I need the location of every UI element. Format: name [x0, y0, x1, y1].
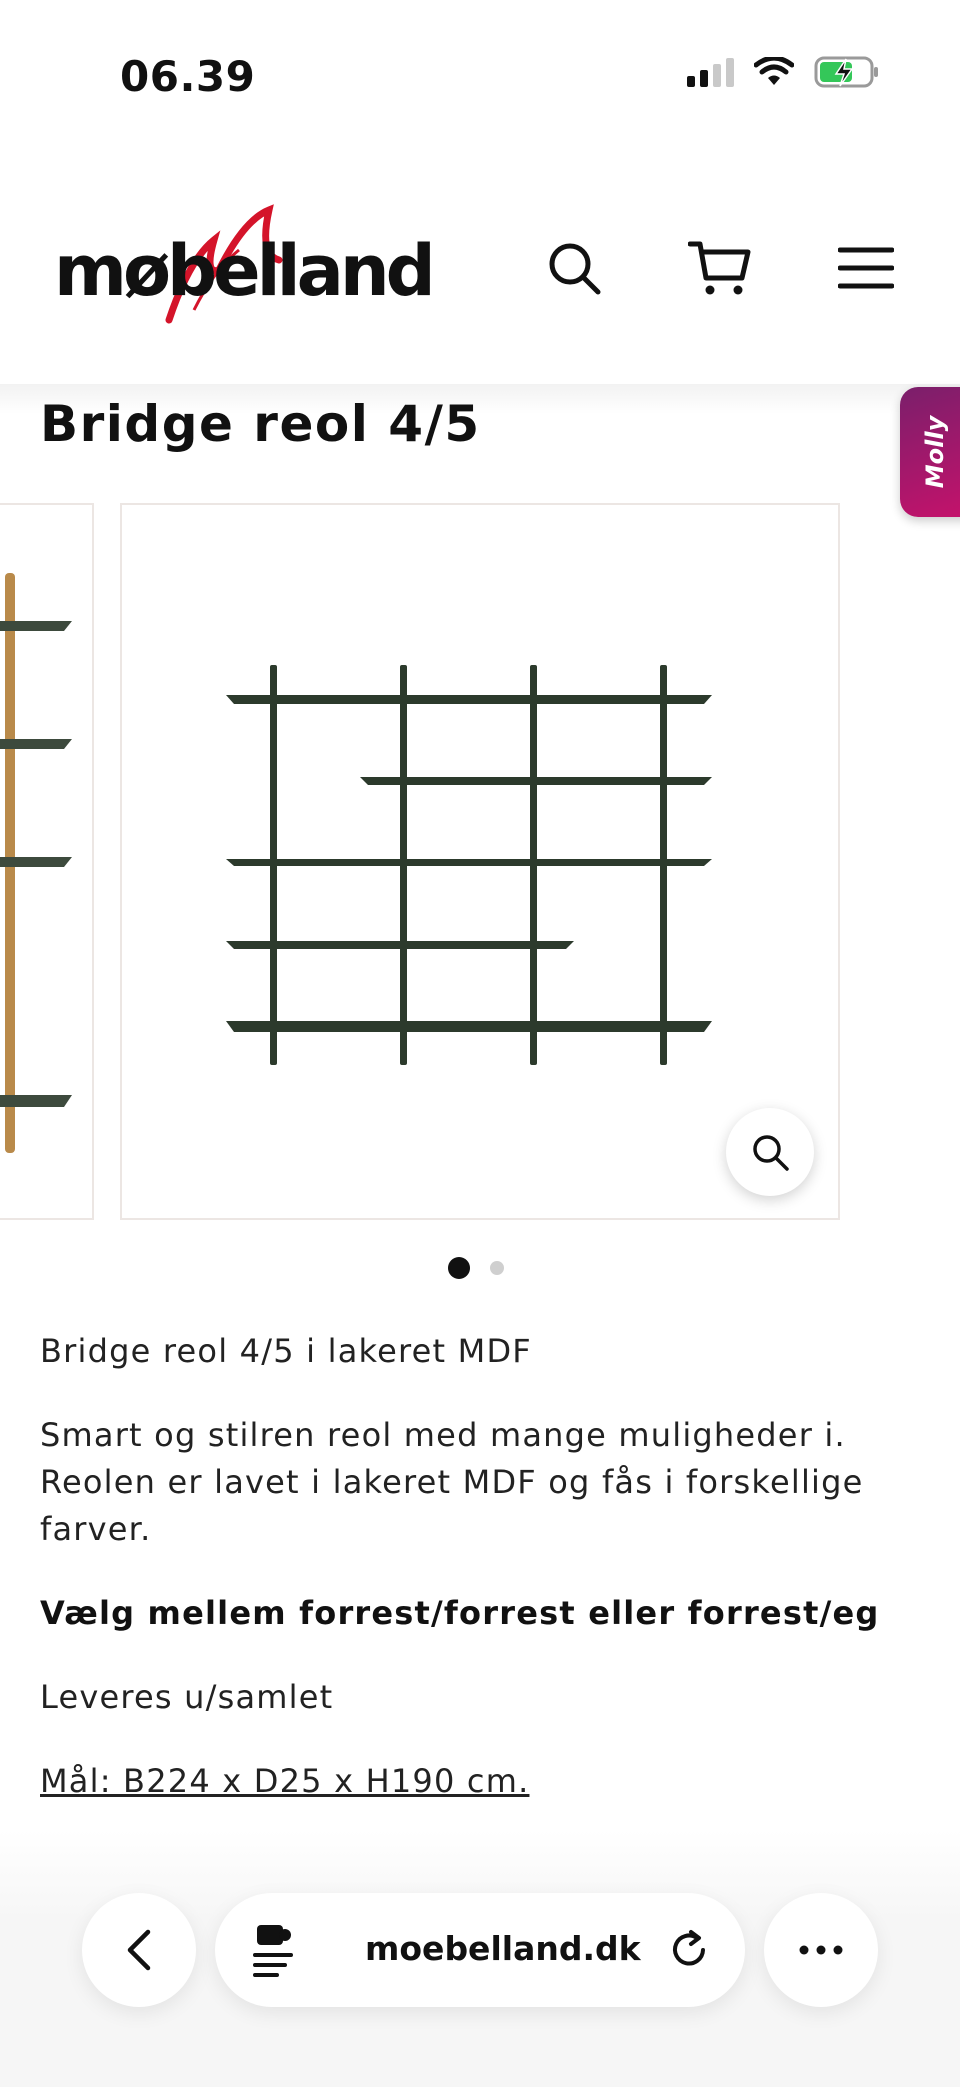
- gallery-dot[interactable]: [490, 1261, 504, 1275]
- gallery-dot-active[interactable]: [448, 1257, 470, 1279]
- product-delivery: Leveres u/samlet: [40, 1678, 334, 1716]
- chat-widget-tab[interactable]: Molly: [900, 387, 960, 517]
- cart-icon: [688, 241, 751, 295]
- status-icons: [687, 56, 880, 88]
- more-icon: [799, 1945, 843, 1955]
- wifi-icon: [754, 57, 794, 85]
- site-logo[interactable]: møbelland: [54, 200, 436, 330]
- product-dimensions[interactable]: Mål: B224 x D25 x H190 cm.: [40, 1758, 900, 1805]
- back-icon: [127, 1929, 151, 1971]
- zoom-icon: [753, 1135, 789, 1171]
- gallery-slide-main[interactable]: [120, 503, 840, 1220]
- gallery-slide-previous[interactable]: [0, 503, 94, 1220]
- gallery-pagination: [448, 1257, 504, 1279]
- address-bar[interactable]: moebelland.dk: [215, 1893, 745, 2007]
- reader-icon[interactable]: [251, 1923, 299, 1979]
- battery-charging-icon: [814, 56, 878, 88]
- shelf-product-image: [226, 665, 712, 1065]
- logo-text: møbelland: [54, 230, 436, 312]
- page-title: Bridge reol 4/5: [40, 395, 481, 453]
- menu-button[interactable]: [834, 236, 898, 300]
- product-variant-choice: Vælg mellem forrest/forrest eller forres…: [40, 1594, 880, 1632]
- shelf-variant-image: [0, 573, 72, 1153]
- product-subtitle: Bridge reol 4/5 i lakeret MDF: [40, 1332, 532, 1370]
- chat-widget-label: Molly: [921, 415, 949, 489]
- reload-icon[interactable]: [667, 1928, 711, 1972]
- more-button[interactable]: [764, 1893, 878, 2007]
- url-text[interactable]: moebelland.dk: [365, 1929, 641, 1968]
- status-time: 06.39: [120, 52, 256, 101]
- signal-icon: [687, 57, 734, 87]
- back-button[interactable]: [82, 1893, 196, 2007]
- zoom-button[interactable]: [726, 1108, 814, 1196]
- product-description: Smart og stilren reol med mange mulighed…: [40, 1416, 864, 1548]
- cart-button[interactable]: [688, 236, 752, 300]
- search-button[interactable]: [542, 236, 606, 300]
- menu-icon: [838, 247, 894, 289]
- status-bar: 06.39: [0, 0, 960, 150]
- search-icon: [549, 243, 601, 295]
